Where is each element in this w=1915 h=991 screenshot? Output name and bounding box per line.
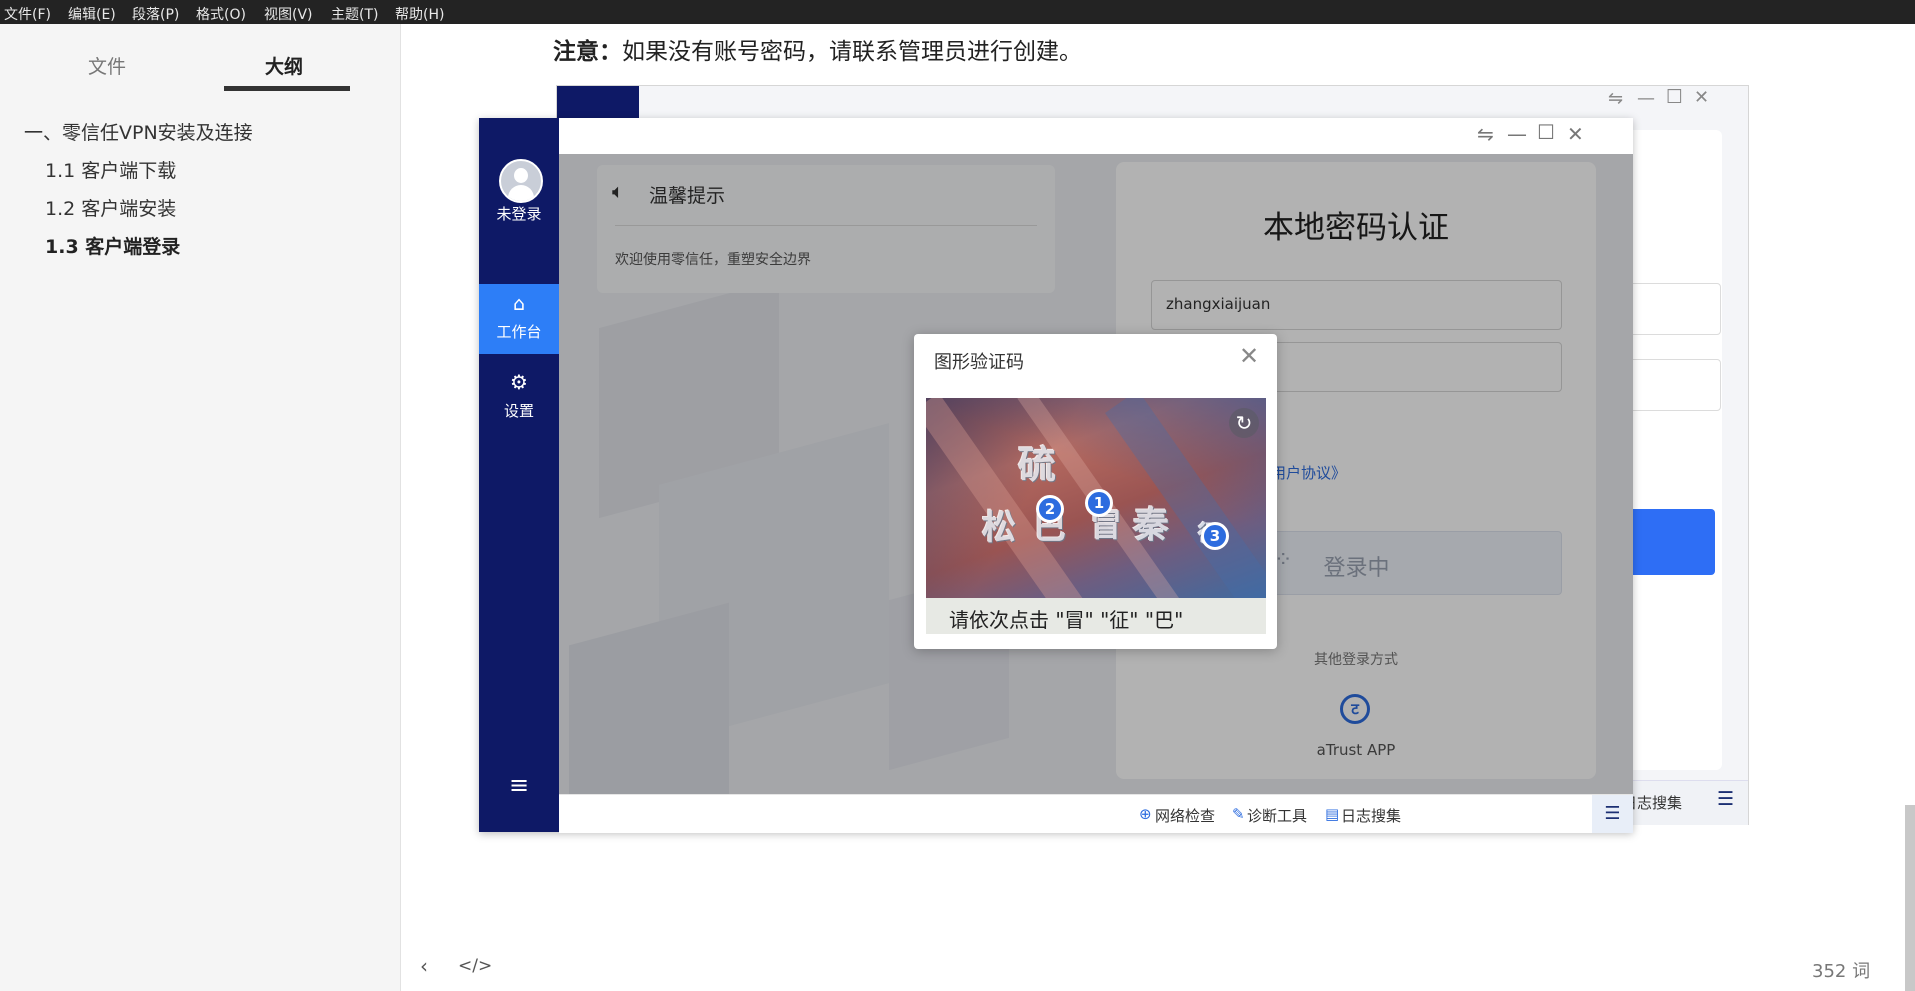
outline-item-active[interactable]: 1.3 客户端登录 (45, 232, 180, 259)
avatar-head-shape (514, 168, 528, 183)
bg-window-list-icon: ☰ (1717, 788, 1735, 810)
active-tab-indicator (224, 86, 350, 91)
menu-format[interactable]: 格式(O) (196, 4, 246, 24)
captcha-image[interactable]: 硫 松 巴 冒 秦 征 1 2 3 ↻ (926, 398, 1266, 598)
avatar-body-shape (508, 185, 534, 201)
click-marker-badge: 1 (1085, 489, 1113, 517)
captcha-instruction-bar: 请依次点击 "冒" "征" "巴" (926, 598, 1266, 634)
note-text: 如果没有账号密码，请联系管理员进行创建。 (622, 39, 1082, 65)
tab-files[interactable]: 文件 (88, 52, 126, 79)
bg-window-minimize-icon: — (1637, 88, 1655, 109)
source-code-icon[interactable]: </> (458, 956, 492, 976)
close-icon[interactable]: ✕ (1567, 122, 1584, 146)
image-texture (926, 398, 1088, 598)
document-icon: ▤ (1325, 805, 1340, 823)
menu-help[interactable]: 帮助(H) (395, 4, 444, 24)
app-left-nav: 未登录 ⌂ 工作台 ⚙ 设置 ≡ (479, 118, 559, 832)
click-marker-badge: 2 (1036, 495, 1064, 523)
menu-edit[interactable]: 编辑(E) (68, 4, 116, 24)
captcha-glyph: 秦 (1133, 505, 1170, 546)
outline-item[interactable]: 1.1 客户端下载 (45, 156, 176, 183)
home-icon: ⌂ (512, 293, 526, 315)
nav-item-label: 工作台 (496, 323, 542, 341)
wrench-icon: ✎ (1232, 805, 1245, 823)
app-statusbar: ⊕ 网络检查 ✎ 诊断工具 ▤ 日志搜集 ☰ (559, 794, 1633, 833)
maximize-icon[interactable]: ☐ (1537, 120, 1555, 144)
captcha-title: 图形验证码 (934, 352, 1024, 373)
login-status-label: 未登录 (496, 205, 542, 223)
outline-item[interactable]: 1.2 客户端安装 (45, 194, 176, 221)
menu-bar: 文件(F) 编辑(E) 段落(P) 格式(O) 视图(V) 主题(T) 帮助(H… (0, 0, 1915, 24)
minimize-icon[interactable]: — (1507, 122, 1527, 146)
outline-item[interactable]: 一、零信任VPN安装及连接 (24, 118, 253, 145)
settings-gear-icon[interactable]: ⚙ (479, 370, 559, 394)
captcha-glyph: 松 (982, 508, 1016, 548)
doc-note: 注意：如果没有账号密码，请联系管理员进行创建。 (553, 32, 1082, 66)
captcha-instruction: 请依次点击 "冒" "征" "巴" (949, 608, 1184, 632)
note-label: 注意： (553, 39, 622, 65)
menu-file[interactable]: 文件(F) (4, 4, 51, 24)
scrollbar-thumb[interactable] (1905, 805, 1915, 991)
bg-window-close-icon: ✕ (1694, 87, 1710, 108)
bg-window-maximize-icon: ☐ (1666, 86, 1684, 108)
diagnostic-tools-button[interactable]: 诊断工具 (1247, 805, 1307, 826)
refresh-icon[interactable]: ↻ (1229, 408, 1259, 438)
menu-paragraph[interactable]: 段落(P) (132, 4, 179, 24)
menu-view[interactable]: 视图(V) (264, 4, 313, 24)
app-titlebar: ⇋ — ☐ ✕ (559, 118, 1633, 154)
log-collect-button[interactable]: 日志搜集 (1341, 805, 1401, 826)
network-check-button[interactable]: 网络检查 (1155, 805, 1215, 826)
globe-icon: ⊕ (1139, 805, 1152, 823)
bg-window-restore-icon: ⇋ (1608, 88, 1624, 109)
nav-item-workbench[interactable]: ⌂ 工作台 (479, 284, 559, 354)
chevron-left-icon[interactable]: ‹ (420, 954, 428, 978)
bg-window-nav-strip (557, 86, 639, 120)
click-marker-badge: 3 (1201, 522, 1229, 550)
captcha-glyph: 硫 (1018, 443, 1057, 487)
nav-item-settings[interactable]: 设置 (479, 400, 559, 421)
captcha-dialog: 图形验证码 ✕ 硫 松 巴 冒 秦 征 1 2 3 ↻ 请依次点击 "冒" "征… (914, 334, 1277, 649)
restore-icon[interactable]: ⇋ (1477, 122, 1494, 146)
tab-outline[interactable]: 大纲 (265, 52, 303, 79)
collapse-toggle-icon[interactable]: ☰ (1592, 795, 1633, 833)
captcha-close-icon[interactable]: ✕ (1239, 342, 1259, 370)
sidebar: 文件 大纲 一、零信任VPN安装及连接 1.1 客户端下载 1.2 客户端安装 … (0, 24, 401, 991)
hamburger-menu-icon[interactable]: ≡ (479, 771, 559, 799)
menu-theme[interactable]: 主题(T) (331, 4, 378, 24)
word-count: 352 词 (1812, 961, 1871, 982)
avatar[interactable] (499, 159, 543, 203)
